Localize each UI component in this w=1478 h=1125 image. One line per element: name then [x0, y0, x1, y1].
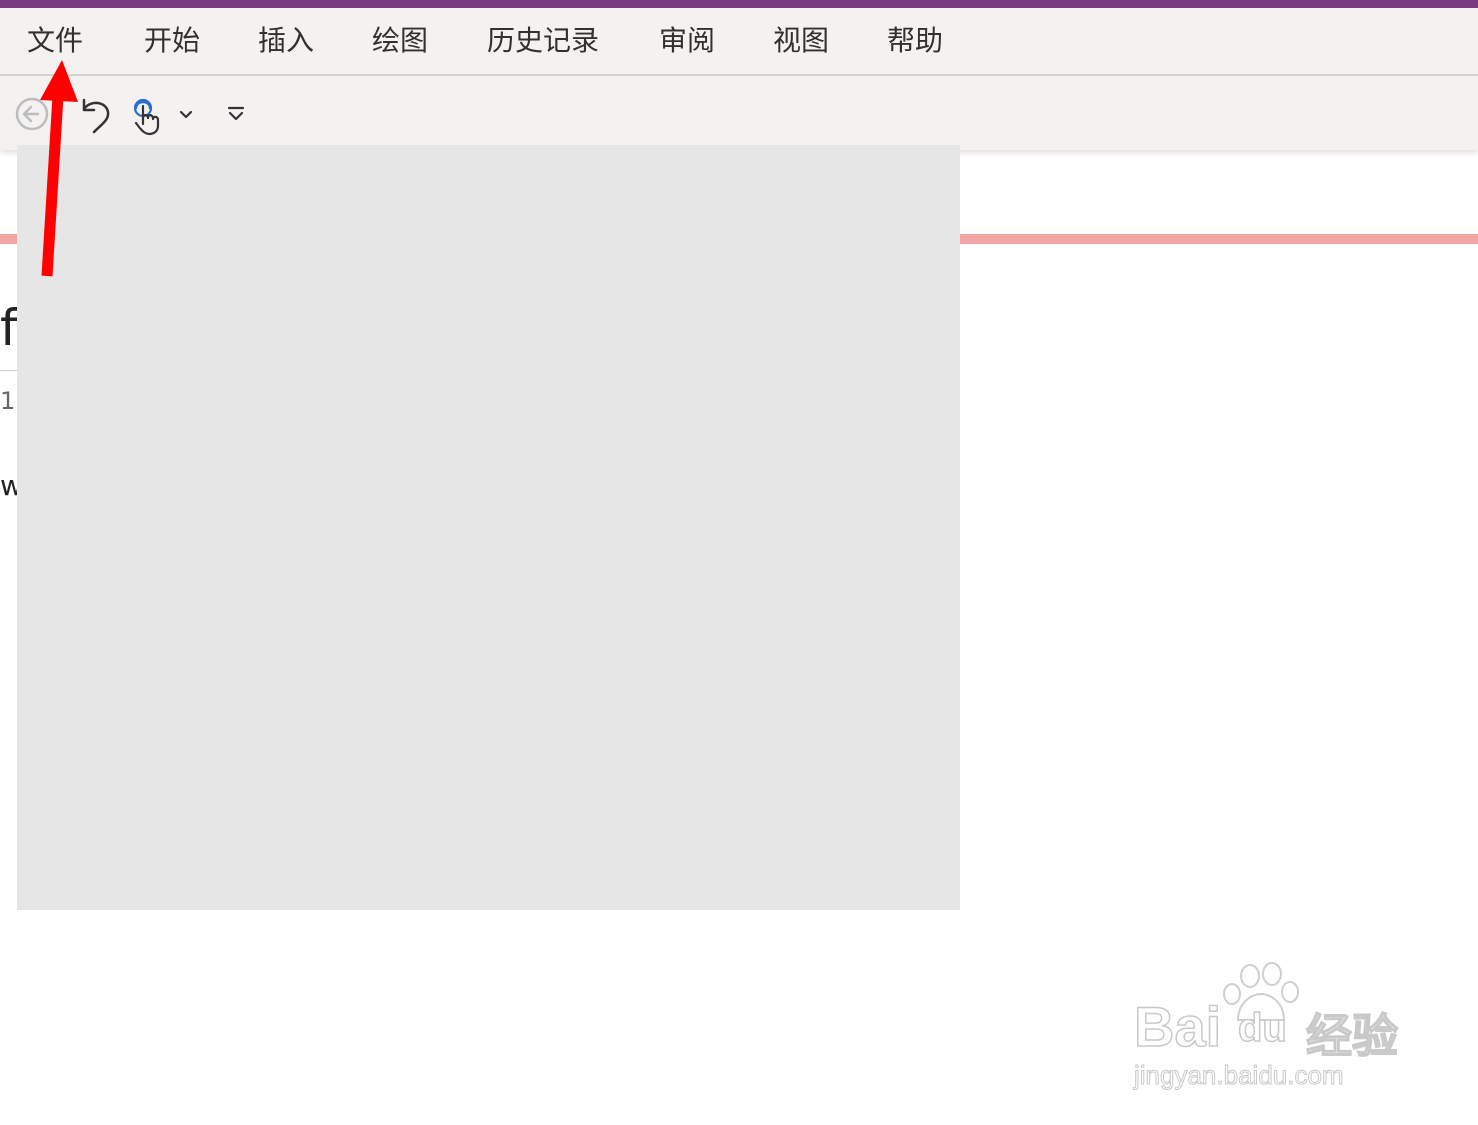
tab-draw[interactable]: 绘图: [372, 8, 428, 74]
chevron-down-icon: [179, 110, 193, 119]
customize-toolbar-button[interactable]: [224, 102, 248, 126]
baidu-watermark: Bai du 经验 jingyan.baidu.com: [1128, 962, 1408, 1102]
customize-toolbar-icon: [227, 106, 245, 121]
watermark-url: jingyan.baidu.com: [1134, 1060, 1345, 1091]
tab-view[interactable]: 视图: [773, 8, 829, 74]
tab-file[interactable]: 文件: [27, 8, 83, 74]
title-accent-strip: [0, 0, 1478, 8]
tab-help[interactable]: 帮助: [887, 8, 943, 74]
quick-access-toolbar: [0, 76, 1478, 150]
tab-insert[interactable]: 插入: [258, 8, 314, 74]
title-divider: [0, 370, 18, 371]
tab-history[interactable]: 历史记录: [487, 8, 599, 74]
touch-mode-icon: [133, 98, 160, 136]
watermark-brand: Bai: [1133, 994, 1222, 1059]
watermark-brand-du: du: [1237, 1005, 1287, 1051]
touch-mode-dropdown[interactable]: [176, 104, 196, 124]
back-button[interactable]: [14, 96, 50, 132]
redaction-panel: [17, 145, 960, 910]
tab-home[interactable]: 开始: [144, 8, 200, 74]
touch-mode-button[interactable]: [130, 94, 166, 136]
onenote-window: 文件 开始 插入 绘图 历史记录 审阅 视图 帮助 1: w Bai du 经验…: [0, 0, 1478, 1125]
undo-button[interactable]: [76, 94, 116, 134]
back-arrow-icon: [15, 97, 49, 131]
undo-icon: [82, 98, 110, 134]
tab-review[interactable]: 审阅: [659, 8, 715, 74]
ribbon-tab-bar: 文件 开始 插入 绘图 历史记录 审阅 视图 帮助: [0, 8, 1478, 76]
watermark-brand-cn: 经验: [1305, 1009, 1399, 1063]
